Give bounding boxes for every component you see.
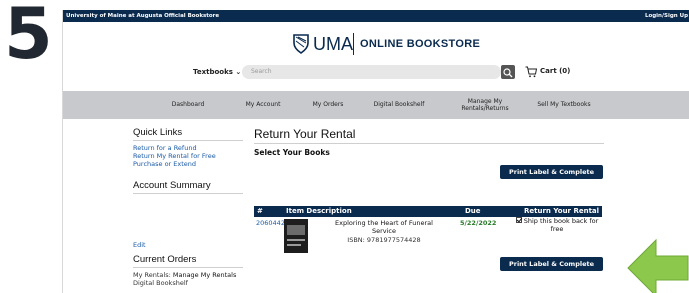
book-cover-image [284,219,308,253]
return-refund-link[interactable]: Return for a Refund [133,144,243,152]
ship-back-option[interactable]: Ship this book back for free [512,217,602,233]
search-placeholder: Search [251,68,272,75]
cart-button[interactable]: Cart (0) [525,65,585,79]
nav-digital-bookshelf[interactable]: Digital Bookshelf [363,91,435,119]
logo-divider [353,33,354,55]
col-number: # [257,207,263,215]
nav-my-orders[interactable]: My Orders [298,91,358,119]
my-rentals-label: My Rentals: [133,271,171,279]
main-nav: Dashboard My Account My Orders Digital B… [63,91,689,119]
search-icon [503,68,513,78]
due-date: 5/22/2022 [460,219,497,227]
category-dropdown[interactable]: Textbooks ⌄ [193,68,241,76]
col-description: Item Description [286,207,352,215]
search-input[interactable]: Search [242,65,501,79]
page-subtitle: Select Your Books [254,148,330,157]
item-number[interactable]: 2060442 [256,219,285,227]
digital-bookshelf-link[interactable]: Digital Bookshelf [133,279,243,287]
book-isbn: ISBN: 9781977574428 [347,236,421,244]
table-row: 2060442 Exploring the Heart of Funeral S… [254,217,602,259]
cart-icon [525,66,537,78]
cart-label: Cart (0) [540,67,571,75]
current-orders-section: Current Orders My Rentals: Manage My Ren… [133,254,243,287]
login-link[interactable]: Login/Sign Up [645,10,688,22]
col-due: Due [465,207,481,215]
return-rental-link[interactable]: Return My Rental for Free [133,152,243,160]
top-bar: University of Maine at Augusta Official … [63,10,689,22]
nav-dashboard[interactable]: Dashboard [158,91,218,119]
page-title: Return Your Rental [254,127,604,144]
chevron-down-icon: ⌄ [235,68,242,76]
ship-checkbox[interactable] [515,217,522,223]
step-number: 5 [4,0,53,75]
brand-name: UMA [313,34,353,54]
page: 5 University of Maine at Augusta Officia… [0,0,689,293]
browser-content: University of Maine at Augusta Official … [62,10,689,293]
print-label-button-bottom[interactable]: Print Label & Complete Return [500,257,603,282]
pointer-arrow-icon [627,238,689,293]
table-header: # Item Description Due Return Your Renta… [254,206,602,217]
account-summary-heading: Account Summary [133,180,243,194]
main-content: Return Your Rental Select Your Books [254,127,604,157]
nav-sell-textbooks[interactable]: Sell My Textbooks [529,91,599,119]
search-button[interactable] [501,65,515,79]
print-label-button[interactable]: Print Label & Complete Return [500,165,603,190]
quick-links-heading: Quick Links [133,127,243,141]
nav-manage-rentals[interactable]: Manage My Rentals/Returns [455,91,515,119]
ship-label: Ship this book back for free [523,217,599,233]
shield-logo-icon [293,34,309,54]
book-title: Exploring the Heart of Funeral Service [335,219,433,235]
sidebar: Quick Links Return for a Refund Return M… [133,127,243,197]
logo[interactable]: UMA ONLINE BOOKSTORE [63,32,689,58]
my-rentals-row: My Rentals: Manage My Rentals [133,271,243,279]
search-row: Textbooks ⌄ Search Cart (0) [63,65,689,81]
edit-link[interactable]: Edit [133,241,146,249]
category-label: Textbooks [193,68,233,76]
site-name: University of Maine at Augusta Official … [66,13,220,19]
store-name: ONLINE BOOKSTORE [360,38,481,50]
col-return: Return Your Rental [524,207,600,215]
purchase-extend-link[interactable]: Purchase or Extend [133,160,243,168]
manage-rentals-link[interactable]: Manage My Rentals [173,271,236,279]
current-orders-heading: Current Orders [133,254,243,268]
nav-my-account[interactable]: My Account [233,91,293,119]
